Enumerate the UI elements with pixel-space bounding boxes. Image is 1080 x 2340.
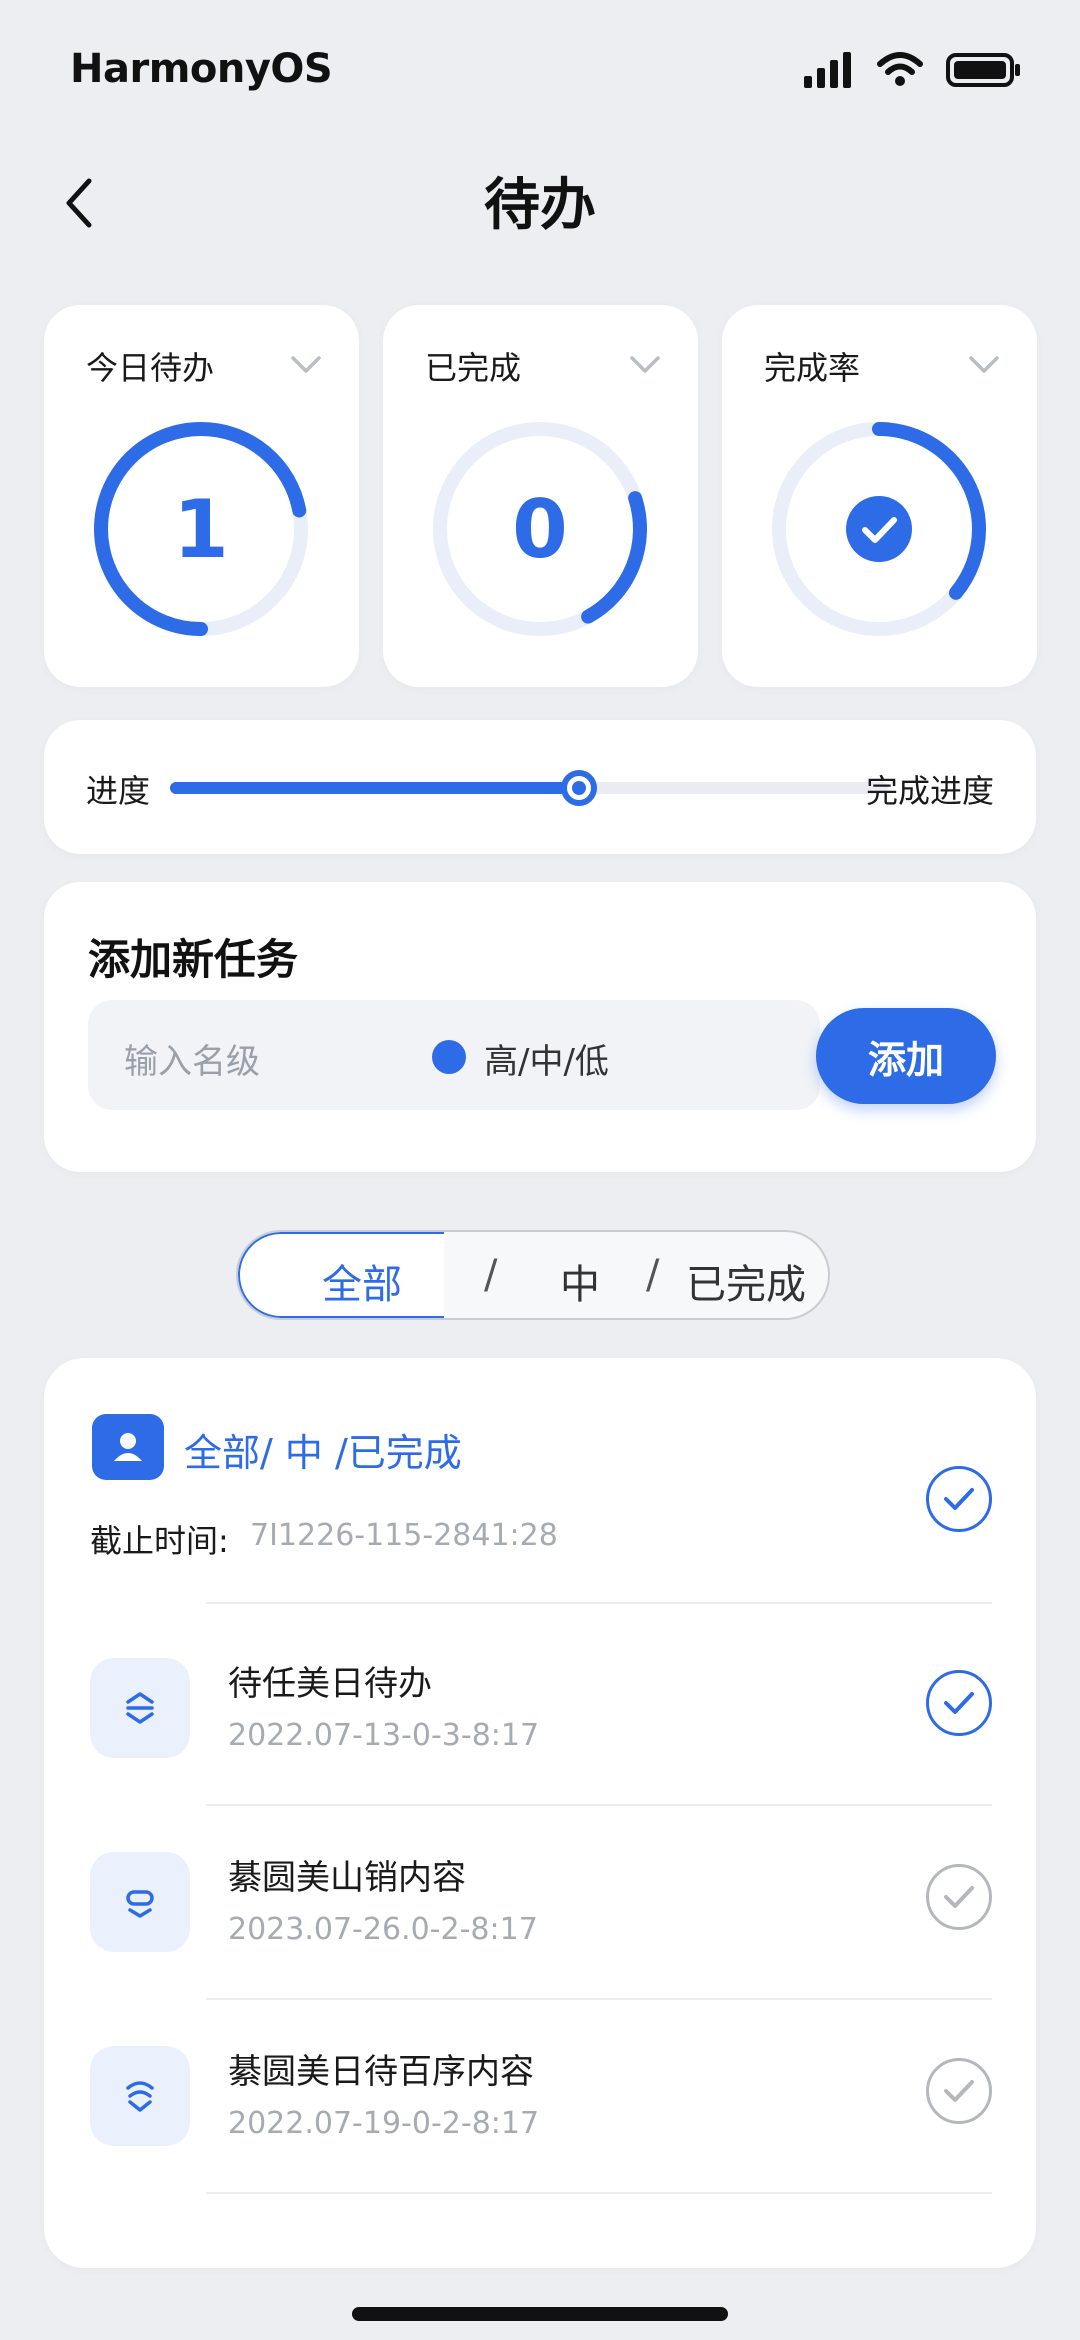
battery-icon xyxy=(946,53,1020,87)
slider-knob[interactable] xyxy=(561,770,598,806)
signal-icon xyxy=(804,52,851,88)
check-icon xyxy=(944,2080,974,2102)
priority-high-icon xyxy=(90,1658,190,1758)
add-button[interactable]: 添加 xyxy=(816,1008,996,1104)
chevron-down-icon[interactable] xyxy=(967,349,1001,379)
check-toggle[interactable] xyxy=(926,2058,992,2124)
task-name-placeholder: 输入名级 xyxy=(124,1042,260,1082)
task-name-input[interactable]: 输入名级 高/中/低 xyxy=(88,1000,820,1110)
stat-value: 1 xyxy=(173,482,229,576)
chevron-down-icon[interactable] xyxy=(289,349,323,379)
priority-radio[interactable] xyxy=(432,1040,466,1074)
tab-completed[interactable]: 已完成 xyxy=(686,1252,806,1310)
progress-right-label: 完成进度 xyxy=(865,772,994,810)
filter-separator: / xyxy=(484,1252,498,1298)
status-icons xyxy=(804,52,1022,88)
filter-separator: / xyxy=(646,1252,660,1298)
task-title: 綦圆美日待百序内容 xyxy=(228,2052,534,2092)
add-task-title: 添加新任务 xyxy=(88,935,299,984)
stat-title: 今日待办 xyxy=(86,349,215,387)
deadline-value: 7I1226-115-2841:28 xyxy=(250,1518,558,1553)
divider xyxy=(206,2192,992,2194)
priority-low-icon xyxy=(90,2046,190,2146)
progress-fill xyxy=(170,782,580,794)
task-date: 2022.07-19-0-2-8:17 xyxy=(228,2106,540,2141)
stat-card-rate[interactable]: 完成率 xyxy=(722,305,1037,687)
chevron-down-icon[interactable] xyxy=(628,349,662,379)
nav-bar: 待办 xyxy=(0,150,1080,260)
tab-medium[interactable]: 中 xyxy=(560,1252,600,1310)
task-title: 待任美日待办 xyxy=(228,1664,432,1704)
filter-tabs: 全部 / 中 / 已完成 xyxy=(236,1230,830,1320)
check-icon xyxy=(944,1886,974,1908)
progress-label: 进度 xyxy=(86,772,151,810)
deadline-label: 截止时间: xyxy=(90,1522,229,1560)
list-item[interactable]: 綦圆美日待百序内容 2022.07-19-0-2-8:17 xyxy=(44,1992,1036,2186)
wifi-icon xyxy=(877,52,923,86)
check-toggle[interactable] xyxy=(926,1864,992,1930)
stat-title: 完成率 xyxy=(764,349,861,387)
page-title: 待办 xyxy=(484,173,596,238)
user-icon xyxy=(92,1414,164,1480)
tab-all[interactable]: 全部 xyxy=(322,1252,402,1310)
priority-medium-icon xyxy=(90,1852,190,1952)
progress-slider[interactable] xyxy=(170,770,888,806)
stat-card-completed[interactable]: 已完成 0 xyxy=(383,305,698,687)
list-header-title: 全部/ 中 /已完成 xyxy=(184,1431,462,1475)
task-date: 2023.07-26.0-2-8:17 xyxy=(228,1912,538,1947)
list-item[interactable]: 綦圆美山销内容 2023.07-26.0-2-8:17 xyxy=(44,1798,1036,1992)
priority-selector[interactable]: 高/中/低 xyxy=(484,1034,609,1083)
task-date: 2022.07-13-0-3-8:17 xyxy=(228,1718,540,1753)
status-bar: HarmonyOS xyxy=(0,0,1080,140)
stat-card-today[interactable]: 今日待办 1 xyxy=(44,305,359,687)
check-icon xyxy=(944,1692,974,1714)
stat-title: 已完成 xyxy=(425,349,522,387)
task-list-card: 全部/ 中 /已完成 截止时间: 7I1226-115-2841:28 待任美日… xyxy=(44,1358,1036,2268)
check-circle-icon xyxy=(767,417,991,641)
stat-value: 0 xyxy=(512,482,568,576)
progress-card: 进度 完成进度 xyxy=(44,720,1036,854)
home-indicator[interactable] xyxy=(352,2307,728,2321)
add-task-card: 添加新任务 输入名级 高/中/低 添加 xyxy=(44,882,1036,1172)
check-icon xyxy=(944,1488,974,1510)
check-toggle[interactable] xyxy=(926,1670,992,1736)
brand-logo: HarmonyOS xyxy=(70,46,333,92)
task-title: 綦圆美山销内容 xyxy=(228,1858,466,1898)
check-toggle[interactable] xyxy=(926,1466,992,1532)
list-item[interactable]: 待任美日待办 2022.07-13-0-3-8:17 xyxy=(44,1604,1036,1798)
